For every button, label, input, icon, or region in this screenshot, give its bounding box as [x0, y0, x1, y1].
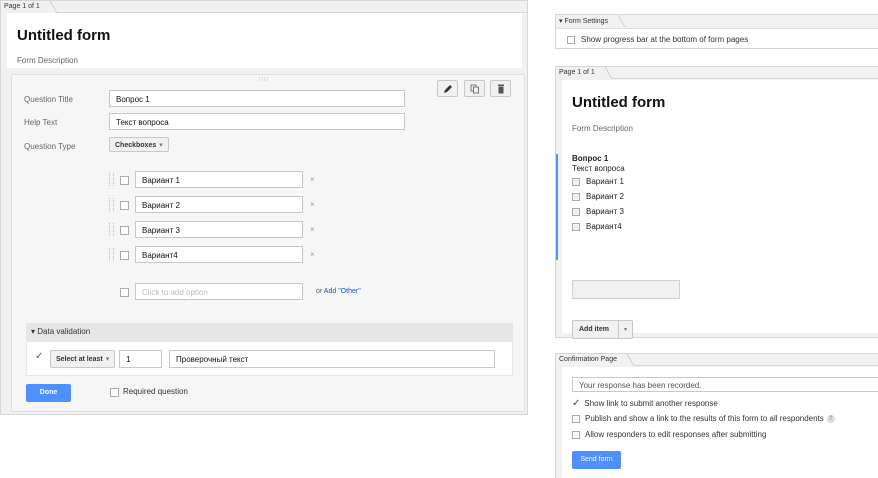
form-description[interactable]: Form Description	[17, 56, 78, 65]
trash-icon	[498, 84, 504, 94]
preview-option-checkbox[interactable]	[572, 208, 580, 216]
option-drag-handle-icon[interactable]	[109, 223, 114, 236]
allow-edit-checkbox[interactable]	[572, 430, 580, 439]
validation-error-input[interactable]: Проверочный текст	[169, 350, 495, 368]
checkmark-icon[interactable]: ✓	[572, 398, 580, 409]
chevron-down-icon: ▾	[105, 356, 110, 363]
preview-question-help: Текст вопроса	[572, 164, 625, 173]
preview-option-label: Вариант 2	[586, 192, 624, 201]
send-form-button[interactable]: Send form	[572, 451, 621, 469]
done-button[interactable]: Done	[26, 384, 71, 402]
data-validation-toggle[interactable]: ▾ Data validation	[26, 323, 513, 341]
data-validation-label: Data validation	[37, 327, 91, 336]
question-title-label: Question Title	[24, 95, 73, 104]
edit-button[interactable]	[437, 80, 458, 97]
remove-option-button[interactable]: ×	[310, 250, 315, 259]
add-other-prefix: or	[316, 288, 323, 295]
question-type-value: Checkboxes	[115, 142, 157, 149]
preview-question-title[interactable]: Вопрос 1	[572, 154, 608, 163]
confirmation-panel: Confirmation Page Your response has been…	[555, 353, 878, 478]
option-checkbox-icon	[120, 176, 129, 185]
form-settings-tab-strip: ▾ Form Settings	[556, 15, 878, 29]
confirmation-message-input[interactable]: Your response has been recorded.	[572, 377, 878, 392]
option-input-3[interactable]: Вариант 3	[135, 221, 303, 238]
progress-bar-label: Show progress bar at the bottom of form …	[581, 35, 749, 44]
option-drag-handle-icon[interactable]	[109, 173, 114, 186]
validation-rule-dropdown[interactable]: Select at least ▾	[50, 350, 116, 368]
pencil-icon	[444, 85, 452, 93]
add-item-label: Add item	[579, 326, 609, 333]
validation-count-input[interactable]: 1	[119, 350, 162, 368]
new-item-placeholder[interactable]	[572, 280, 680, 299]
chevron-down-icon[interactable]: ▾	[618, 321, 632, 338]
required-label: Required question	[123, 387, 188, 396]
data-validation-section: ✓ Select at least ▾ 1 Проверочный текст	[26, 341, 513, 376]
add-other-link[interactable]: Add "Other"	[324, 288, 361, 295]
option-drag-handle-icon[interactable]	[109, 198, 114, 211]
question-type-label: Question Type	[24, 142, 76, 151]
preview-option-checkbox[interactable]	[572, 223, 580, 231]
preview-page-tab[interactable]: Page 1 of 1	[556, 67, 603, 79]
remove-option-button[interactable]: ×	[310, 225, 315, 234]
add-option-input[interactable]: Click to add option	[135, 283, 303, 300]
preview-option-checkbox[interactable]	[572, 178, 580, 186]
publish-results-row[interactable]: Publish and show a link to the results o…	[572, 414, 835, 423]
drag-handle-icon[interactable]: ∷∷	[259, 76, 269, 83]
progress-bar-checkbox[interactable]	[567, 36, 575, 44]
allow-edit-label: Allow responders to edit responses after…	[585, 430, 767, 439]
selected-question-marker	[556, 154, 558, 260]
new-option-checkbox-icon	[120, 288, 129, 297]
add-item-button[interactable]: Add item ▾	[572, 320, 633, 339]
question-type-dropdown[interactable]: Checkboxes ▾	[109, 137, 169, 152]
preview-option-label: Вариант4	[586, 222, 622, 231]
form-settings-panel: ▾ Form Settings Show progress bar at the…	[555, 14, 878, 49]
page-tab[interactable]: Page 1 of 1	[1, 1, 48, 13]
form-settings-label: Form Settings	[564, 18, 609, 25]
help-text-label: Help Text	[24, 118, 58, 127]
question-title-input[interactable]: Вопрос 1	[109, 90, 405, 107]
preview-option-checkbox[interactable]	[572, 193, 580, 201]
allow-edit-row[interactable]: Allow responders to edit responses after…	[572, 430, 766, 439]
publish-results-checkbox[interactable]	[572, 414, 580, 423]
option-checkbox-icon	[120, 201, 129, 210]
confirmation-body: Your response has been recorded. ✓ Show l…	[562, 367, 878, 478]
chevron-down-icon: ▾	[159, 142, 163, 149]
add-other-link-row: or Add "Other"	[316, 288, 361, 295]
option-checkbox-icon	[120, 251, 129, 260]
help-text-input[interactable]: Текст вопроса	[109, 113, 405, 130]
required-checkbox[interactable]	[110, 388, 119, 397]
delete-button[interactable]	[490, 80, 511, 97]
option-drag-handle-icon[interactable]	[109, 248, 114, 261]
form-header: Untitled form Form Description	[7, 13, 522, 68]
preview-form-title[interactable]: Untitled form	[572, 94, 665, 111]
help-icon[interactable]: ?	[826, 414, 835, 423]
preview-option-label: Вариант 3	[586, 207, 624, 216]
confirmation-tab-strip: Confirmation Page	[556, 354, 878, 366]
duplicate-icon	[470, 84, 479, 94]
checkmark-icon[interactable]: ✓	[35, 351, 43, 362]
preview-form-description[interactable]: Form Description	[572, 124, 633, 133]
question-editor: ∷∷ Question Title Вопрос 1 Help Text Тек…	[11, 74, 525, 412]
preview-option-label: Вариант 1	[586, 177, 624, 186]
triangle-down-icon: ▾	[31, 327, 36, 336]
form-preview-panel: Page 1 of 1 Untitled form Form Descripti…	[555, 66, 878, 339]
show-link-label: Show link to submit another response	[584, 399, 718, 408]
option-checkbox-icon	[120, 226, 129, 235]
left-tab-strip: Page 1 of 1	[1, 1, 527, 13]
remove-option-button[interactable]: ×	[310, 175, 315, 184]
option-input-4[interactable]: Вариант4	[135, 246, 303, 263]
option-input-1[interactable]: Вариант 1	[135, 171, 303, 188]
validation-rule-value: Select at least	[56, 356, 103, 363]
question-editor-panel: Page 1 of 1 Untitled form Form Descripti…	[0, 0, 528, 415]
option-input-2[interactable]: Вариант 2	[135, 196, 303, 213]
duplicate-button[interactable]	[464, 80, 485, 97]
confirmation-tab[interactable]: Confirmation Page	[556, 354, 625, 366]
preview-tab-strip: Page 1 of 1	[556, 67, 878, 79]
remove-option-button[interactable]: ×	[310, 200, 315, 209]
form-title[interactable]: Untitled form	[17, 27, 110, 44]
form-settings-tab[interactable]: ▾ Form Settings	[556, 15, 617, 27]
preview-form-body: Untitled form Form Description Вопрос 1 …	[556, 80, 878, 339]
show-link-row[interactable]: ✓ Show link to submit another response	[572, 398, 718, 409]
publish-results-label: Publish and show a link to the results o…	[585, 414, 824, 423]
